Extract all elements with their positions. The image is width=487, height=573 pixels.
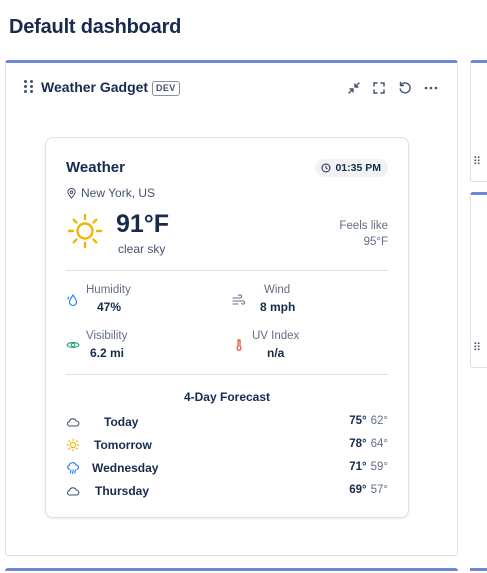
location: New York, US	[66, 186, 155, 200]
clock-icon	[321, 163, 331, 173]
side-gadget-panel: ⠿	[470, 192, 487, 368]
gadget-header: Weather Gadget DEV	[6, 63, 457, 113]
forecast-row: Today 75° 62°	[66, 413, 388, 431]
minimize-icon[interactable]	[345, 79, 363, 97]
forecast-high: 69°	[349, 484, 367, 496]
stat-label: UV Index	[252, 330, 300, 342]
page-title: Default dashboard	[9, 16, 182, 38]
sun-icon	[66, 438, 80, 452]
forecast-day: Thursday	[95, 484, 150, 498]
forecast-temps: 69° 57°	[349, 484, 388, 496]
forecast-row: Wednesday 71° 59°	[66, 459, 388, 477]
stat-label: Wind	[264, 284, 291, 296]
cloud-icon	[66, 487, 80, 496]
stat-label: Visibility	[86, 330, 128, 342]
dev-badge: DEV	[152, 81, 180, 96]
humidity-icon	[67, 294, 78, 307]
forecast-high: 71°	[349, 461, 367, 473]
weather-card: Weather 01:35 PM New York, US 91°F clear…	[45, 137, 409, 518]
time-text: 01:35 PM	[335, 162, 381, 174]
stat-value: 8 mph	[260, 300, 296, 314]
forecast-low: 59°	[370, 461, 388, 473]
drag-handle-icon[interactable]	[24, 80, 34, 94]
location-pin-icon	[67, 187, 76, 199]
forecast-row: Thursday 69° 57°	[66, 482, 388, 500]
more-icon[interactable]	[422, 79, 440, 97]
stat-value: n/a	[267, 346, 285, 360]
time-badge: 01:35 PM	[315, 159, 388, 177]
stat-label: Humidity	[86, 284, 131, 296]
forecast-row: Tomorrow 78° 64°	[66, 436, 388, 454]
forecast-high: 75°	[349, 415, 367, 427]
refresh-icon[interactable]	[396, 79, 414, 97]
forecast-day: Today	[104, 415, 139, 429]
wind-icon	[232, 294, 246, 305]
forecast-day: Tomorrow	[94, 438, 152, 452]
forecast-temps: 75° 62°	[349, 415, 388, 427]
drag-handle-icon[interactable]: ⠿	[473, 341, 481, 354]
forecast-day: Wednesday	[92, 461, 159, 475]
eye-icon	[66, 342, 80, 348]
side-gadget-panel: ⠿	[470, 60, 487, 182]
stat-value: 6.2 mi	[90, 346, 125, 360]
rain-icon	[67, 462, 79, 475]
cloud-icon	[66, 418, 80, 427]
forecast-temps: 71° 59°	[349, 461, 388, 473]
weather-gadget: Weather Gadget DEV Weather 01:35 PM New …	[5, 60, 458, 556]
feels-like-label: Feels like	[339, 220, 388, 232]
feels-like-value: 95°F	[363, 236, 388, 248]
weather-condition: clear sky	[118, 242, 166, 256]
forecast-low: 62°	[370, 415, 388, 427]
weather-title: Weather	[66, 159, 125, 176]
forecast-high: 78°	[349, 438, 367, 450]
forecast-temps: 78° 64°	[349, 438, 388, 450]
divider	[66, 374, 388, 375]
forecast-low: 64°	[370, 438, 388, 450]
forecast-title: 4-Day Forecast	[183, 390, 271, 404]
current-temperature: 91°F	[116, 210, 170, 238]
sun-icon	[67, 213, 103, 249]
drag-handle-icon[interactable]: ⠿	[473, 155, 481, 168]
thermometer-icon	[236, 339, 242, 351]
forecast-low: 57°	[370, 484, 388, 496]
gadget-title: Weather Gadget	[41, 79, 149, 95]
stat-value: 47%	[97, 300, 122, 314]
location-text: New York, US	[81, 186, 156, 200]
divider	[66, 270, 388, 271]
next-gadget-edge	[5, 568, 458, 573]
next-gadget-edge	[470, 568, 487, 573]
fullscreen-icon[interactable]	[370, 79, 388, 97]
